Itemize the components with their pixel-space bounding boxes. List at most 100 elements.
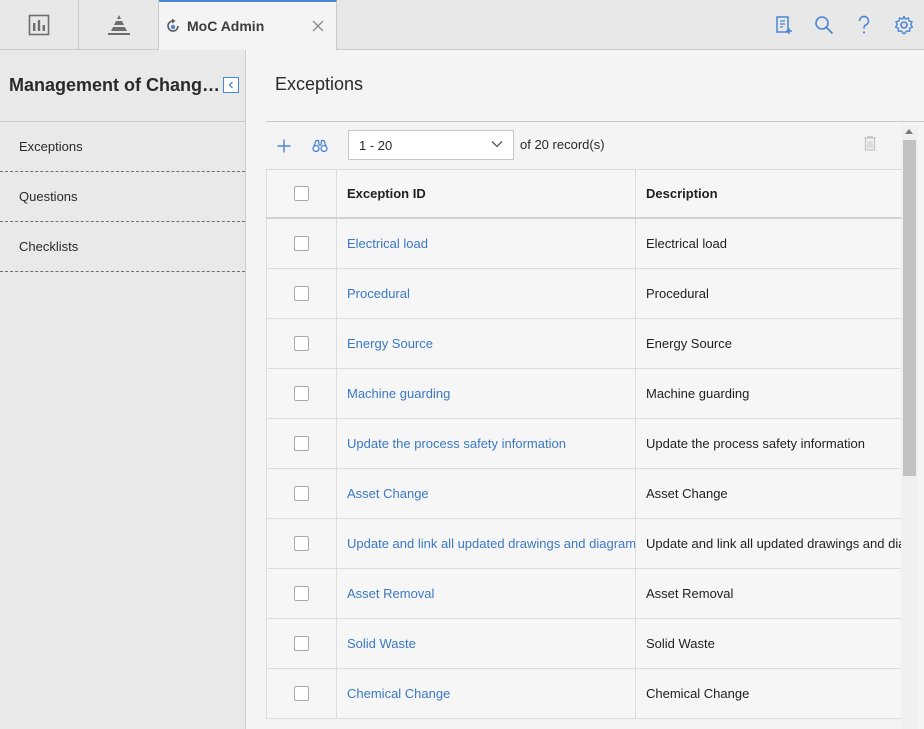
page-range-value: 1 - 20	[359, 137, 393, 153]
scrollbar-thumb[interactable]	[903, 140, 916, 476]
close-icon[interactable]	[310, 18, 326, 34]
vertical-scrollbar[interactable]	[901, 125, 918, 729]
panel-title: Management of Change Administration	[9, 75, 221, 95]
exception-id-link[interactable]: Electrical load	[347, 236, 428, 251]
page-range-select[interactable]: 1 - 20	[348, 130, 514, 160]
tab-label: MoC Admin	[187, 18, 265, 34]
row-checkbox[interactable]	[294, 486, 309, 501]
table-row[interactable]: Chemical Change Chemical Change	[266, 669, 901, 719]
add-button[interactable]	[269, 131, 299, 161]
grid-body: Electrical load Electrical load Procedural…	[266, 219, 901, 719]
select-all-checkbox[interactable]	[294, 186, 309, 201]
new-record-button[interactable]	[764, 0, 804, 49]
exception-id-link[interactable]: Solid Waste	[347, 636, 416, 651]
column-header-exception-id[interactable]: Exception ID	[337, 170, 636, 217]
table-row[interactable]: Procedural Procedural	[266, 269, 901, 319]
plus-icon	[277, 139, 291, 152]
left-panel-header: Management of Change Administration	[0, 50, 245, 122]
search-button[interactable]	[804, 0, 844, 49]
sidebar-item-questions[interactable]: Questions	[0, 172, 245, 222]
exception-id-cell: Energy Source	[337, 319, 636, 368]
table-row[interactable]: Update and link all updated drawings and…	[266, 519, 901, 569]
description-cell: Asset Change	[646, 486, 728, 501]
table-row[interactable]: Asset Change Asset Change	[266, 469, 901, 519]
exception-id-cell: Asset Removal	[337, 569, 636, 618]
row-checkbox[interactable]	[294, 536, 309, 551]
row-checkbox-cell	[266, 519, 337, 568]
row-checkbox[interactable]	[294, 586, 309, 601]
description-cell: Update and link all updated drawings and…	[646, 536, 901, 551]
table-row[interactable]: Energy Source Energy Source	[266, 319, 901, 369]
description-cell: Energy Source	[646, 336, 732, 351]
grid-header: Exception ID Description	[266, 169, 901, 219]
exception-id-link[interactable]: Asset Removal	[347, 586, 434, 601]
exception-id-link[interactable]: Update the process safety information	[347, 436, 566, 451]
tab-pyramid[interactable]	[79, 0, 159, 49]
collapse-panel-button[interactable]	[223, 77, 239, 93]
table-row[interactable]: Solid Waste Solid Waste	[266, 619, 901, 669]
exception-id-link[interactable]: Chemical Change	[347, 686, 450, 701]
row-checkbox[interactable]	[294, 686, 309, 701]
row-checkbox-cell	[266, 369, 337, 418]
gear-icon	[894, 15, 914, 34]
binoculars-icon	[312, 139, 328, 152]
row-checkbox[interactable]	[294, 236, 309, 251]
exception-id-cell: Machine guarding	[337, 369, 636, 418]
row-checkbox-cell	[266, 619, 337, 668]
exception-id-link[interactable]: Asset Change	[347, 486, 429, 501]
exception-id-cell: Solid Waste	[337, 619, 636, 668]
exception-id-link[interactable]: Procedural	[347, 286, 410, 301]
page-title: Exceptions	[275, 74, 364, 94]
row-checkbox[interactable]	[294, 386, 309, 401]
settings-button[interactable]	[884, 0, 924, 49]
exception-id-cell: Update the process safety information	[337, 419, 636, 468]
pyramid-icon	[107, 14, 130, 35]
main-content: Exceptions 1 - 20 of 20 record(s) Except…	[246, 50, 924, 729]
table-row[interactable]: Electrical load Electrical load	[266, 219, 901, 269]
row-checkbox-cell	[266, 669, 337, 718]
left-panel: Management of Change Administration Exce…	[0, 50, 246, 729]
row-checkbox[interactable]	[294, 636, 309, 651]
sidebar-item-exceptions[interactable]: Exceptions	[0, 122, 245, 172]
row-checkbox[interactable]	[294, 436, 309, 451]
description-cell: Chemical Change	[646, 686, 750, 701]
chevron-down-icon	[491, 141, 503, 148]
help-icon	[858, 15, 870, 34]
exception-id-cell: Update and link all updated drawings and…	[337, 519, 636, 568]
exception-id-cell: Electrical load	[337, 219, 636, 268]
help-button[interactable]	[844, 0, 884, 49]
moc-refresh-icon	[167, 18, 179, 32]
exceptions-grid: Exception ID Description Electrical load…	[266, 169, 901, 729]
top-bar: MoC Admin	[0, 0, 924, 50]
description-cell: Machine guarding	[646, 386, 750, 401]
row-checkbox[interactable]	[294, 336, 309, 351]
column-header-description[interactable]: Description	[636, 170, 901, 217]
grid-toolbar: 1 - 20 of 20 record(s)	[266, 122, 901, 169]
table-row[interactable]: Machine guarding Machine guarding	[266, 369, 901, 419]
sidebar-item-checklists[interactable]: Checklists	[0, 222, 245, 272]
description-cell: Update the process safety information	[646, 436, 865, 451]
exception-id-cell: Asset Change	[337, 469, 636, 518]
row-checkbox-cell	[266, 569, 337, 618]
description-cell: Asset Removal	[646, 586, 734, 601]
scroll-up-arrow[interactable]	[905, 129, 913, 134]
description-cell: Solid Waste	[646, 636, 715, 651]
tab-moc-admin[interactable]: MoC Admin	[159, 0, 337, 50]
search-icon	[815, 15, 834, 34]
exception-id-link[interactable]: Machine guarding	[347, 386, 450, 401]
exception-id-cell: Procedural	[337, 269, 636, 318]
exception-id-link[interactable]: Update and link all updated drawings and…	[347, 536, 635, 551]
description-cell: Procedural	[646, 286, 709, 301]
tab-dashboard[interactable]	[0, 0, 79, 49]
find-button[interactable]	[305, 131, 335, 161]
trash-icon	[864, 135, 876, 151]
row-checkbox-cell	[266, 319, 337, 368]
exception-id-link[interactable]: Energy Source	[347, 336, 433, 351]
delete-button[interactable]	[863, 135, 877, 156]
row-checkbox-cell	[266, 269, 337, 318]
row-checkbox[interactable]	[294, 286, 309, 301]
table-row[interactable]: Asset Removal Asset Removal	[266, 569, 901, 619]
row-checkbox-cell	[266, 219, 337, 268]
top-right-toolbar	[764, 0, 924, 49]
table-row[interactable]: Update the process safety information Upd…	[266, 419, 901, 469]
